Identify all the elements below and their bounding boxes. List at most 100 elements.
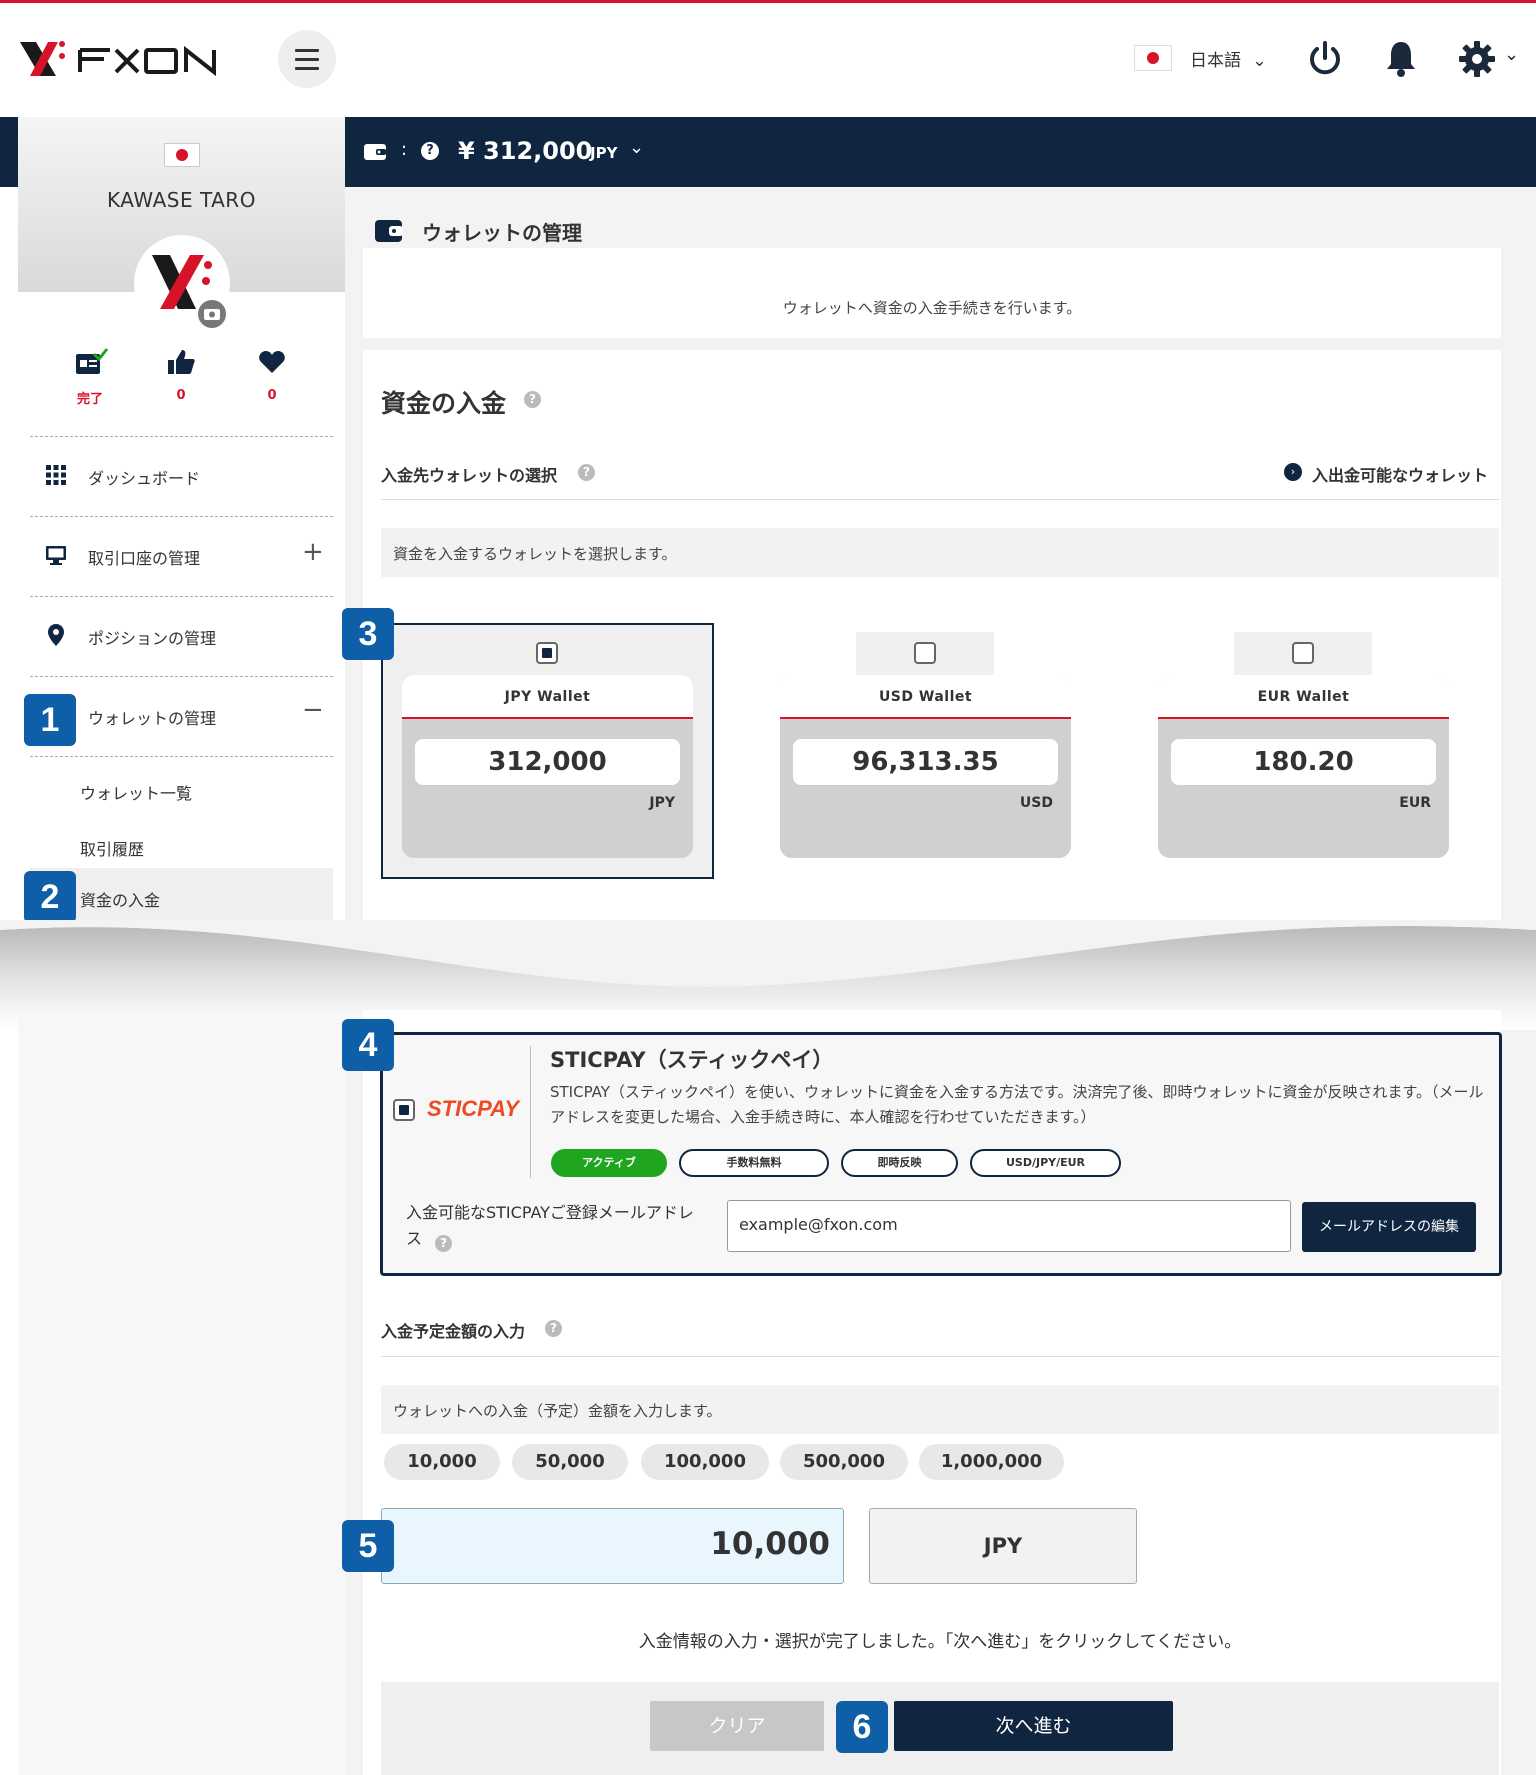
sidebar-item-trading-accounts[interactable]: 取引口座の管理 +: [30, 517, 333, 597]
chevron-down-icon[interactable]: ⌄: [1504, 44, 1519, 65]
help-icon[interactable]: ?: [421, 142, 439, 160]
help-icon[interactable]: ?: [524, 391, 541, 408]
sidebar-subitem-wallet-list[interactable]: ウォレット一覧: [80, 780, 192, 804]
balance-currency[interactable]: JPY: [590, 144, 617, 162]
section-title: 資金の入金: [381, 389, 507, 418]
email-field[interactable]: example@fxon.com: [727, 1200, 1291, 1252]
flag-japan-icon: [164, 143, 200, 167]
hamburger-menu-icon[interactable]: [278, 30, 336, 88]
wallet-card-jpy[interactable]: JPY Wallet 312,000 JPY: [402, 675, 693, 858]
language-selector[interactable]: 日本語 ⌄: [1190, 46, 1267, 71]
step-badge: 6: [836, 1701, 888, 1753]
tag-active: アクティブ: [551, 1149, 667, 1177]
wallet-card-usd[interactable]: USD Wallet 96,313.35 USD: [780, 675, 1071, 858]
available-wallets-link[interactable]: 入出金可能なウォレット: [1312, 462, 1488, 486]
wallet-icon: [364, 144, 386, 160]
step-badge: 2: [24, 871, 76, 923]
help-icon[interactable]: ?: [435, 1235, 453, 1252]
amount-hint: ウォレットへの入金（予定）金額を入力します。: [393, 1402, 722, 1420]
tag-no-fee: 手数料無料: [679, 1149, 829, 1177]
monitor-icon: [46, 546, 66, 565]
header-band: [0, 117, 18, 187]
tag-currencies: USD/JPY/EUR: [970, 1149, 1121, 1177]
preset-500000[interactable]: 500,000: [780, 1444, 908, 1480]
sidebar-item-label: ウォレットの管理: [88, 709, 217, 728]
gear-icon[interactable]: [1456, 38, 1498, 80]
chevron-right-circle-icon[interactable]: ›: [1284, 463, 1302, 481]
wallet-balance: 180.20: [1171, 739, 1436, 785]
sidebar-item-label: ポジションの管理: [88, 629, 217, 648]
amount-title: 入金予定金額の入力: [381, 1322, 526, 1341]
sidebar-item-label: 取引口座の管理: [88, 549, 201, 568]
wallet-currency: JPY: [649, 795, 675, 811]
favorites-count: 0: [267, 388, 277, 403]
divider: [530, 1046, 531, 1178]
expand-icon[interactable]: +: [302, 537, 324, 567]
completion-message: 入金情報の入力・選択が完了しました。「次へ進む」をクリックしてください。: [638, 1632, 1242, 1652]
sticpay-title: STICPAY（スティックペイ）: [550, 1048, 834, 1072]
next-button[interactable]: 次へ進む: [894, 1701, 1173, 1751]
tag-instant: 即時反映: [841, 1149, 958, 1177]
wallet-currency: USD: [1019, 795, 1053, 811]
id-card-check-icon[interactable]: [74, 348, 108, 378]
page-title: ウォレットの管理: [422, 221, 582, 245]
wallet-currency: EUR: [1399, 795, 1431, 811]
sidebar-item-positions[interactable]: ポジションの管理: [30, 597, 333, 677]
preset-1000000[interactable]: 1,000,000: [919, 1444, 1064, 1480]
intro-text: ウォレットへ資金の入金手続きを行います。: [782, 299, 1082, 317]
balance-bar: : ? ¥ 312,000 JPY ⌄: [345, 117, 1536, 187]
bell-icon[interactable]: [1380, 38, 1422, 80]
wallet-select-title: 入金先ウォレットの選択: [381, 466, 558, 485]
edit-email-button[interactable]: メールアドレスの編集: [1302, 1202, 1476, 1252]
clear-button[interactable]: クリア: [650, 1701, 824, 1751]
sidebar-subitem-transaction-history[interactable]: 取引履歴: [80, 836, 144, 860]
wallet-select-hint: 資金を入金するウォレットを選択します。: [393, 545, 677, 563]
email-label: 入金可能なSTICPAYご登録メールアドレス ?: [406, 1200, 696, 1252]
wallet-name: USD Wallet: [780, 675, 1071, 719]
wallet-checkbox-jpy[interactable]: [536, 642, 558, 664]
help-icon[interactable]: ?: [578, 464, 595, 481]
sidebar-item-label: ダッシュボード: [88, 469, 201, 488]
sticpay-checkbox[interactable]: [393, 1099, 415, 1121]
divider: [381, 1356, 1499, 1357]
sticpay-logo: STICPAY: [427, 1096, 520, 1121]
sidebar-lower: [18, 1010, 345, 1775]
thumbs-up-icon[interactable]: [166, 348, 196, 376]
wallet-checkbox-usd[interactable]: [914, 642, 936, 664]
amount-input[interactable]: 10,000: [381, 1508, 844, 1584]
preset-10000[interactable]: 10,000: [384, 1444, 500, 1480]
wallet-balance: 96,313.35: [793, 739, 1058, 785]
chevron-down-icon[interactable]: ⌄: [629, 137, 644, 158]
preset-50000[interactable]: 50,000: [512, 1444, 628, 1480]
sidebar-subitem-deposit[interactable]: 資金の入金: [80, 887, 160, 911]
map-pin-icon: [48, 624, 64, 646]
sticpay-description: STICPAY（スティックペイ）を使い、ウォレットに資金を入金する方法です。決済…: [550, 1083, 1484, 1126]
wallet-icon: [375, 220, 403, 242]
step-badge: 4: [342, 1019, 394, 1071]
user-name: KAWASE TARO: [107, 188, 256, 212]
heart-icon[interactable]: [258, 350, 286, 374]
wallet-card-eur[interactable]: EUR Wallet 180.20 EUR: [1158, 675, 1449, 858]
divider: [381, 499, 1499, 500]
camera-icon[interactable]: [196, 298, 228, 330]
step-badge: 5: [342, 1520, 394, 1572]
flag-japan-icon[interactable]: [1134, 45, 1172, 71]
currency-display: JPY: [869, 1508, 1137, 1584]
preset-100000[interactable]: 100,000: [641, 1444, 769, 1480]
power-icon[interactable]: [1304, 38, 1346, 80]
verification-status: 完了: [76, 392, 103, 407]
wallet-name: EUR Wallet: [1158, 675, 1449, 719]
language-label: 日本語: [1190, 51, 1241, 71]
wallet-balance: 312,000: [415, 739, 680, 785]
balance-amount: ¥ 312,000: [458, 137, 593, 165]
wallet-checkbox-eur[interactable]: [1292, 642, 1314, 664]
fxon-logo[interactable]: [18, 36, 238, 82]
intro-card: [363, 248, 1501, 338]
likes-count: 0: [176, 388, 186, 403]
separator: :: [401, 139, 408, 160]
help-icon[interactable]: ?: [545, 1320, 562, 1337]
step-badge: 1: [24, 694, 76, 746]
collapse-icon[interactable]: −: [302, 695, 324, 725]
grid-icon: [46, 465, 66, 485]
sidebar-item-dashboard[interactable]: ダッシュボード: [30, 437, 333, 517]
